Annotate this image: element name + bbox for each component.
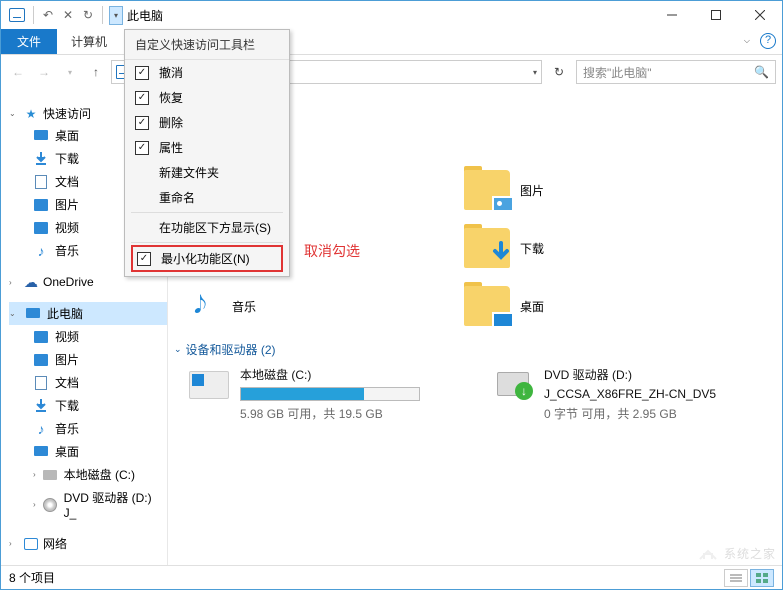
music-icon: 𝅘𝅥𝅮 <box>194 292 222 320</box>
sidebar-pc-dvd[interactable]: ›DVD 驱动器 (D:) J_ <box>9 486 167 523</box>
titlebar: ↶ ✕ ↻ ▾ 此电脑 <box>1 1 782 29</box>
menu-item-newfolder[interactable]: 新建文件夹 <box>125 160 289 185</box>
view-icons-button[interactable] <box>750 569 774 587</box>
nav-toolbar: ← → ▾ ↑ › ▾ ↻ 搜索"此电脑" 🔍 <box>1 55 782 89</box>
menu-title: 自定义快速访问工具栏 <box>125 30 289 60</box>
watermark: 系统之家 <box>696 543 776 563</box>
search-icon: 🔍 <box>754 65 769 79</box>
sidebar-pc-videos[interactable]: 视频 <box>9 325 167 348</box>
forward-button[interactable]: → <box>33 61 55 83</box>
menu-item-redo[interactable]: ✓恢复 <box>125 85 289 110</box>
menu-separator <box>131 212 283 213</box>
close-button[interactable] <box>738 1 782 29</box>
sidebar-network[interactable]: ›网络 <box>9 533 167 554</box>
folder-pictures[interactable]: 图片 <box>444 161 734 219</box>
status-text: 8 个项目 <box>9 569 55 586</box>
picture-icon <box>492 196 514 212</box>
window-title: 此电脑 <box>127 7 163 24</box>
divider <box>102 6 103 24</box>
folder-desktop[interactable]: 桌面 <box>444 277 734 335</box>
qa-customize-menu: 自定义快速访问工具栏 ✓撤消 ✓恢复 ✓删除 ✓属性 新建文件夹 重命名 在功能… <box>124 29 290 277</box>
sidebar-pc-pictures[interactable]: 图片 <box>9 348 167 371</box>
cloud-icon: ☁ <box>23 274 39 290</box>
back-button[interactable]: ← <box>7 61 29 83</box>
maximize-button[interactable] <box>694 1 738 29</box>
menu-item-minimize-ribbon[interactable]: ✓最小化功能区(N) <box>131 245 283 272</box>
view-details-button[interactable] <box>724 569 748 587</box>
tab-file[interactable]: 文件 <box>1 29 57 54</box>
tab-computer[interactable]: 计算机 <box>57 29 121 54</box>
minimize-button[interactable] <box>650 1 694 29</box>
star-icon: ★ <box>23 106 39 122</box>
sidebar-pc-diskc[interactable]: ›本地磁盘 (C:) <box>9 463 167 486</box>
sidebar-pc-desktop[interactable]: 桌面 <box>9 440 167 463</box>
ribbon-tabs: 文件 计算机 ⌵ ? <box>1 29 782 55</box>
refresh-button[interactable]: ↻ <box>546 60 572 84</box>
drive-c[interactable]: 本地磁盘 (C:) 5.98 GB 可用，共 19.5 GB <box>188 366 468 422</box>
up-button[interactable]: ↑ <box>85 61 107 83</box>
ribbon-collapse-icon[interactable]: ⌵ <box>744 36 750 46</box>
sidebar-pc-downloads[interactable]: 下载 <box>9 394 167 417</box>
statusbar: 8 个项目 <box>1 565 782 589</box>
desktop-icon <box>492 312 514 328</box>
disk-usage-bar <box>240 387 420 401</box>
menu-separator <box>131 242 283 243</box>
help-icon[interactable]: ? <box>760 33 776 49</box>
app-icon <box>9 8 25 22</box>
menu-item-rename[interactable]: 重命名 <box>125 185 289 210</box>
qa-refresh-icon[interactable]: ↻ <box>78 5 98 25</box>
qa-undo-icon[interactable]: ↶ <box>38 5 58 25</box>
disk-icon <box>189 371 229 399</box>
recent-dropdown[interactable]: ▾ <box>59 61 81 83</box>
folder-downloads[interactable]: 下载 <box>444 219 734 277</box>
menu-item-delete[interactable]: ✓删除 <box>125 110 289 135</box>
search-placeholder: 搜索"此电脑" <box>583 64 652 81</box>
menu-item-showbelow[interactable]: 在功能区下方显示(S) <box>125 215 289 240</box>
menu-item-undo[interactable]: ✓撤消 <box>125 60 289 85</box>
section-devices[interactable]: ⌄设备和驱动器 (2) <box>174 341 772 358</box>
divider <box>33 6 34 24</box>
qa-redo-icon[interactable]: ✕ <box>58 5 78 25</box>
search-input[interactable]: 搜索"此电脑" 🔍 <box>576 60 776 84</box>
menu-item-properties[interactable]: ✓属性 <box>125 135 289 160</box>
annotation-label: 取消勾选 <box>304 241 360 261</box>
sidebar-pc-music[interactable]: ♪音乐 <box>9 417 167 440</box>
folder-music[interactable]: 𝅘𝅥𝅮 音乐 <box>174 277 444 335</box>
sidebar-pc-documents[interactable]: 文档 <box>9 371 167 394</box>
sidebar-thispc[interactable]: ⌄此电脑 <box>9 302 167 325</box>
download-icon <box>488 241 514 270</box>
dvd-icon <box>493 370 533 400</box>
drive-d[interactable]: DVD 驱动器 (D:) J_CCSA_X86FRE_ZH-CN_DV5 0 字… <box>492 366 772 422</box>
qa-customize-dropdown[interactable]: ▾ <box>109 6 123 25</box>
